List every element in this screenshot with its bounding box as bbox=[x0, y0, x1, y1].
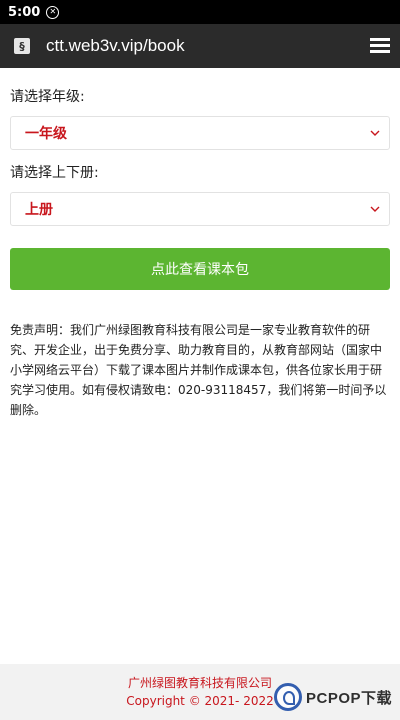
grade-select[interactable]: 一年级 bbox=[10, 116, 390, 150]
watermark-logo-icon bbox=[274, 683, 302, 711]
grade-select-value: 一年级 bbox=[25, 126, 67, 142]
chevron-down-icon bbox=[369, 127, 381, 139]
volume-select[interactable]: 上册 bbox=[10, 192, 390, 226]
status-time: 5:00 bbox=[8, 4, 41, 20]
url-bar[interactable]: ctt.web3v.vip/book bbox=[46, 36, 370, 56]
volume-select-value: 上册 bbox=[25, 202, 53, 218]
status-bar: 5:00 ✕ bbox=[0, 0, 400, 24]
grade-label: 请选择年级: bbox=[10, 89, 85, 105]
main-content: 请选择年级: 一年级 请选择上下册: 上册 点此查看课本包 免责声明：我们广州绿… bbox=[0, 86, 400, 420]
browser-menu-icon[interactable] bbox=[370, 38, 390, 54]
watermark: PCPOP下载 bbox=[274, 680, 394, 714]
view-textbook-button[interactable]: 点此查看课本包 bbox=[10, 248, 390, 290]
browser-toolbar: § ctt.web3v.vip/book bbox=[0, 24, 400, 68]
disclaimer-text: 免责声明：我们广州绿图教育科技有限公司是一家专业教育软件的研究、开发企业，出于免… bbox=[10, 323, 387, 417]
volume-label: 请选择上下册: bbox=[10, 165, 99, 181]
site-favicon-icon[interactable]: § bbox=[14, 38, 30, 54]
chevron-down-icon bbox=[369, 203, 381, 215]
watermark-text: PCPOP下载 bbox=[306, 689, 393, 707]
notification-icon: ✕ bbox=[46, 5, 60, 19]
